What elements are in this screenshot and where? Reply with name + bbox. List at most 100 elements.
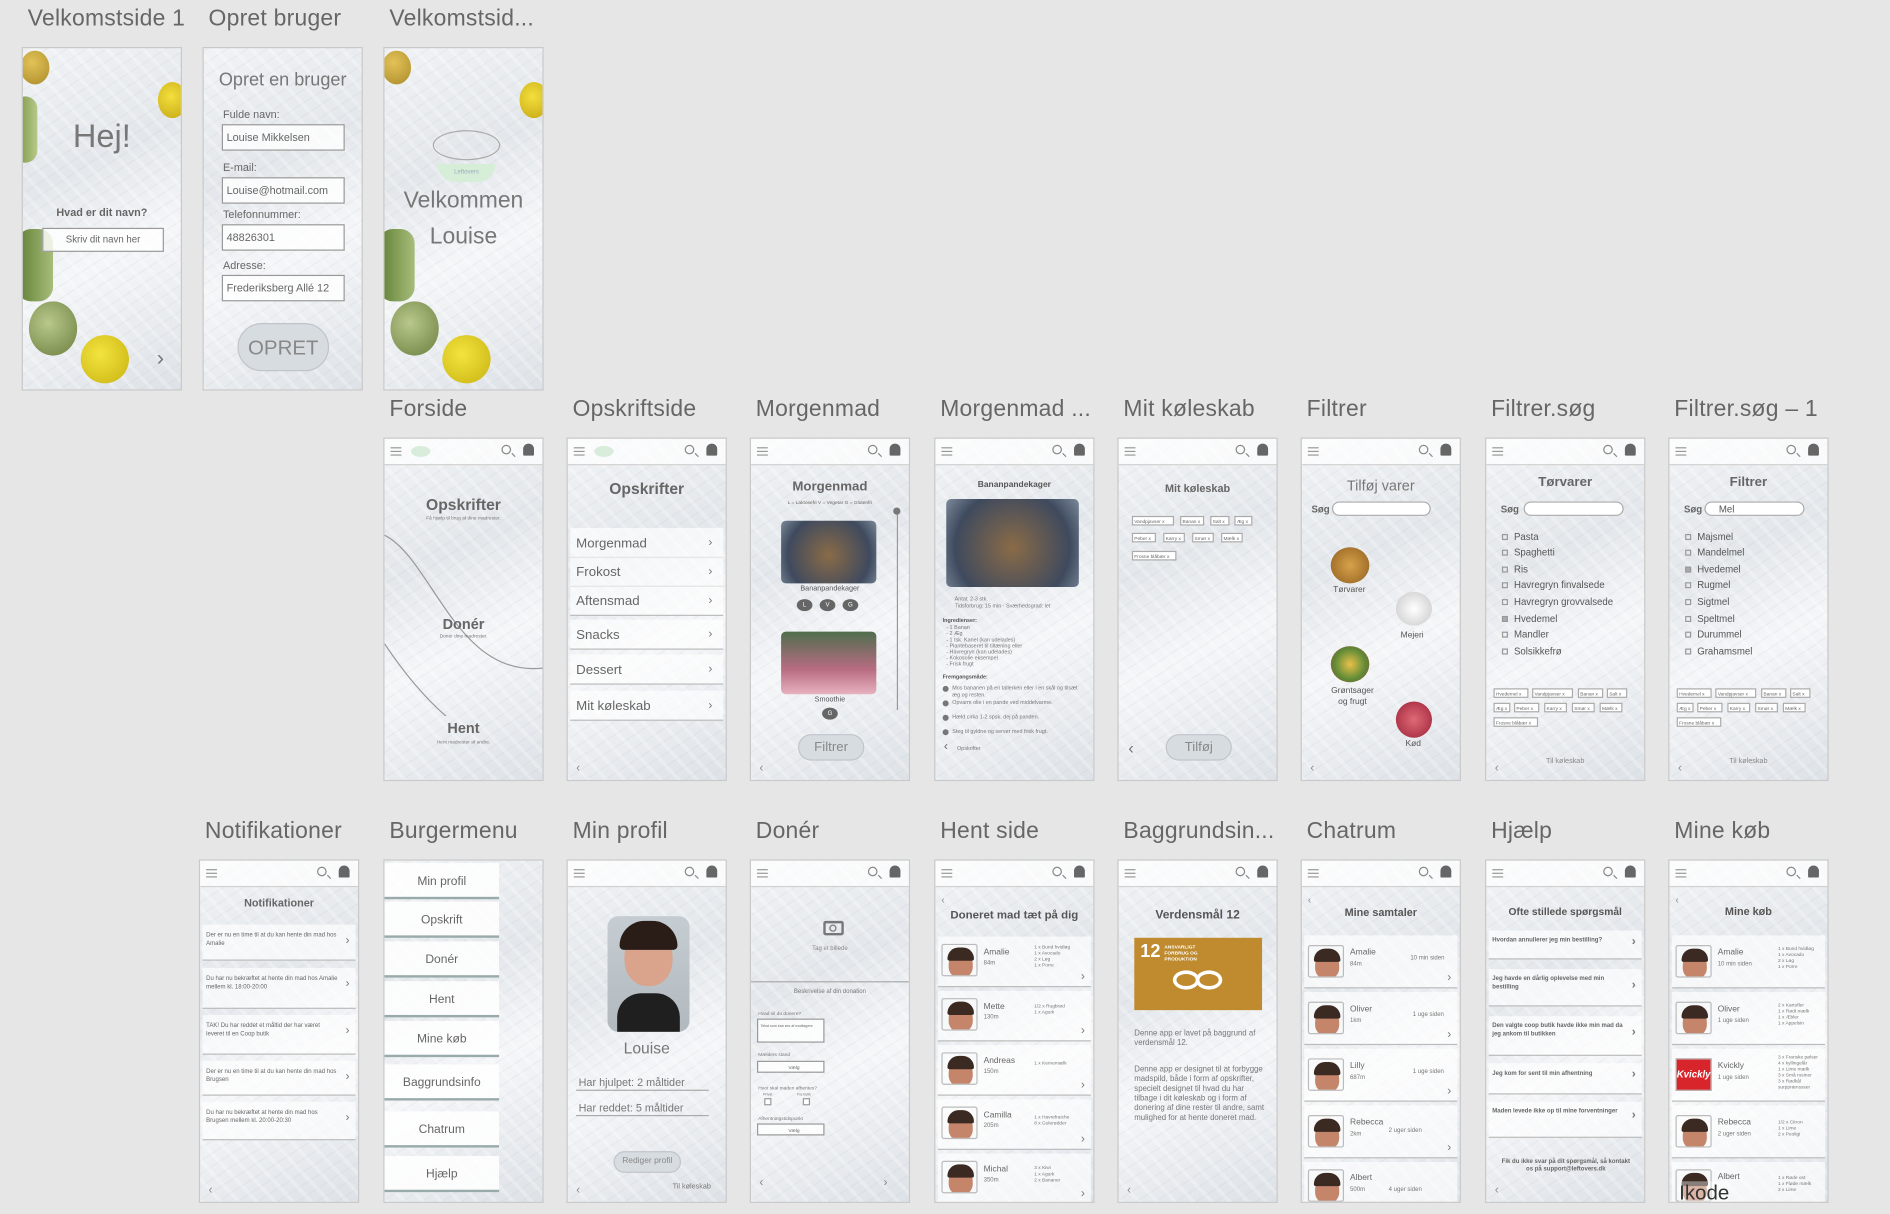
artboard-label[interactable]: Morgenmad	[756, 397, 880, 424]
search-icon[interactable]	[1603, 866, 1613, 877]
back-icon[interactable]: ‹	[1310, 762, 1314, 775]
fridge-tag[interactable]: Banan x	[1577, 688, 1604, 698]
checkbox[interactable]	[1685, 550, 1692, 557]
menu-icon[interactable]	[1307, 447, 1319, 456]
fridge-tag[interactable]: Frosne blåbær x	[1131, 550, 1177, 561]
name-input[interactable]: Skriv dit navn her	[42, 227, 164, 252]
create-button[interactable]: OPRET	[237, 323, 330, 372]
menu-item-pickup[interactable]: Hent	[384, 981, 500, 1018]
checkbox-item[interactable]: Spaghetti	[1501, 547, 1555, 558]
fridge-tag[interactable]: Smør x	[1755, 702, 1778, 713]
checkbox-item[interactable]: Sigtmel	[1685, 597, 1729, 608]
artboard-background-info[interactable]: Verdensmål 12 12 ANSVARLIGT FORBRUG OG P…	[1117, 859, 1278, 1203]
fridge-tag[interactable]: Vandpjavser x	[1131, 515, 1175, 526]
artboard-label[interactable]: Burgermenu	[389, 818, 517, 845]
checkbox-item[interactable]: Solsikkefrø	[1501, 646, 1562, 657]
back-label[interactable]: Opskrifter	[957, 745, 981, 752]
artboard-filter-search[interactable]: Tørvarer Søg Pasta Spaghetti Ris Havregr…	[1485, 437, 1646, 782]
artboard-fridge[interactable]: Mit køleskab Vandpjavser x Banan x Salt …	[1117, 437, 1278, 782]
search-icon[interactable]	[1786, 866, 1797, 877]
checkbox-checked[interactable]	[1685, 567, 1692, 574]
faq-item[interactable]: Hvordan annullerer jeg min bestilling? ›	[1488, 930, 1642, 960]
menu-icon[interactable]	[390, 447, 402, 456]
artboard-label[interactable]: Mit køleskab	[1123, 397, 1254, 424]
amount-select[interactable]: Vælg	[756, 1060, 825, 1073]
artboard-pickup[interactable]: ‹ Doneret mad tæt på dig Amalie 84m 1 x Bu…	[934, 859, 1095, 1203]
search-icon[interactable]	[867, 444, 878, 455]
notification-item[interactable]: Der er nu en time til at du kan hente di…	[202, 1060, 356, 1096]
menu-icon[interactable]	[941, 447, 953, 456]
checkbox[interactable]	[1685, 648, 1692, 656]
artboard-label[interactable]: Velkomstsid...	[389, 6, 546, 33]
bell-icon[interactable]	[1808, 865, 1819, 878]
search-icon[interactable]	[1418, 866, 1429, 877]
checkbox-item[interactable]: Majsmel	[1685, 532, 1733, 542]
menu-item-help[interactable]: Hjælp	[384, 1155, 500, 1193]
donation-item[interactable]: Camilla 205m 1 x Havrefraiche 8 x Gulerødd…	[937, 1099, 1091, 1150]
checkbox[interactable]	[1685, 632, 1692, 639]
category-row[interactable]: Snacks ›	[570, 619, 724, 650]
donation-item[interactable]: Michal 350m 3 x Kiwi 1 x Agurk 2 x Bananer…	[937, 1153, 1091, 1202]
artboard-purchases[interactable]: ‹ Mine køb Amalie 10 min siden 1 x Bund hv…	[1668, 859, 1829, 1203]
menu-icon[interactable]	[1675, 869, 1687, 878]
menu-icon[interactable]	[941, 869, 953, 878]
bell-icon[interactable]	[338, 865, 350, 878]
bell-icon[interactable]	[523, 443, 534, 456]
pancake-image[interactable]	[781, 520, 877, 584]
artboard-welcome-2[interactable]: Leftovers Velkommen Louise	[383, 47, 544, 391]
fridge-tag[interactable]: Vandpjavser x	[1532, 688, 1574, 698]
fridge-tag[interactable]: Mælk x	[1221, 532, 1243, 543]
menu-icon[interactable]	[1124, 447, 1136, 456]
fridge-tag[interactable]: Karry x	[1727, 702, 1751, 713]
artboard-recipes[interactable]: Opskrifter Morgenmad › Frokost › Aftensmad…	[566, 437, 727, 782]
fridge-tag[interactable]: Salt x	[1606, 688, 1628, 698]
checkbox[interactable]	[1501, 550, 1508, 557]
smoothie-image[interactable]	[781, 631, 877, 695]
camera-icon[interactable]	[823, 920, 844, 936]
artboard-label[interactable]: Velkomstside 1	[28, 6, 185, 33]
back-icon[interactable]: ‹	[1678, 762, 1682, 775]
search-icon[interactable]	[501, 444, 512, 455]
checkbox-checked[interactable]	[1501, 616, 1508, 623]
fridge-tag[interactable]: Smør x	[1571, 702, 1595, 713]
to-fridge-link[interactable]: Til køleskab	[1486, 758, 1644, 765]
conversation-item[interactable]: Oliver 1km 1 uge siden ›	[1304, 992, 1458, 1046]
artboard-label[interactable]: Notifikationer	[205, 818, 342, 845]
search-icon[interactable]	[1235, 866, 1246, 877]
fridge-tag[interactable]: Hvedemel x	[1676, 688, 1712, 698]
fridge-tag[interactable]: Æg x	[1493, 702, 1511, 713]
bell-icon[interactable]	[889, 865, 901, 878]
checkbox[interactable]	[1501, 534, 1508, 541]
artboard-help[interactable]: Ofte stillede spørgsmål Hvordan annuller…	[1485, 859, 1646, 1203]
menu-icon[interactable]	[573, 869, 585, 878]
artboard-notifications[interactable]: Notifikationer Der er nu en time til at …	[198, 859, 360, 1203]
bell-icon[interactable]	[1257, 865, 1269, 878]
to-fridge-link[interactable]: Til køleskab	[1669, 758, 1827, 765]
fridge-tag[interactable]: Salt x	[1210, 515, 1230, 526]
artboard-label[interactable]: Opskriftside	[573, 397, 697, 424]
fridge-tag[interactable]: Salt x	[1790, 688, 1811, 698]
notification-item[interactable]: Du har nu bekræftet at hente din mad hos…	[202, 967, 356, 1009]
faq-item[interactable]: Jeg kom for sent til min afhentning ›	[1488, 1063, 1642, 1095]
artboard-filter-search-2[interactable]: Filtrer Søg Mel Majsmel Mandelmel Hvedem…	[1668, 437, 1829, 782]
filter-button[interactable]: Filtrer	[797, 734, 865, 761]
next-arrow-icon[interactable]: ›	[157, 346, 164, 371]
search-icon[interactable]	[1235, 444, 1246, 455]
checkbox-item[interactable]: Ris	[1501, 564, 1528, 575]
section-pickup[interactable]: Hent	[385, 720, 543, 737]
fridge-tag[interactable]: Karry x	[1544, 702, 1568, 713]
edit-profile-button[interactable]: Rediger profil	[613, 1151, 682, 1173]
artboard-front-page[interactable]: Opskrifter Få hjælp til brug af dine mad…	[383, 437, 544, 782]
fridge-tag[interactable]: Frosne blåbær x	[1493, 717, 1539, 727]
search-icon[interactable]	[1786, 444, 1797, 455]
search-icon[interactable]	[1052, 444, 1062, 455]
menu-item-profile[interactable]: Min profil	[384, 863, 500, 900]
checkbox-item[interactable]: Speltmel	[1685, 614, 1735, 624]
bell-icon[interactable]	[706, 865, 718, 878]
checkbox[interactable]	[1685, 599, 1692, 606]
menu-icon[interactable]	[1307, 869, 1319, 878]
artboard-label[interactable]: Forside	[389, 397, 467, 424]
artboard-label[interactable]: Filtrer	[1307, 397, 1367, 424]
search-icon[interactable]	[1052, 866, 1062, 877]
back-icon[interactable]: ‹	[1495, 1184, 1499, 1197]
